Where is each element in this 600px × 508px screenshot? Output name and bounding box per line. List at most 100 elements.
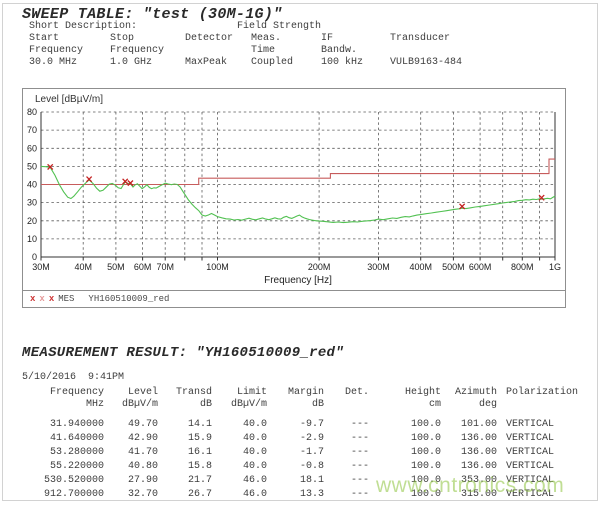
- table-cell: 40.0: [212, 432, 267, 446]
- svg-text:600M: 600M: [469, 262, 492, 272]
- column-unit: dBµV/m: [104, 399, 158, 411]
- column-unit: [324, 399, 369, 411]
- svg-text:30: 30: [27, 198, 37, 208]
- svg-text:20: 20: [27, 216, 37, 226]
- level-chart: 0102030405060708030M40M50M60M70M100M200M…: [22, 88, 566, 308]
- table-cell: 41.640000: [0, 432, 104, 446]
- table-cell: 32.70: [104, 488, 158, 502]
- measurement-datetime: 5/10/2016 9:41PM: [22, 372, 124, 383]
- table-cell: 100.0: [369, 446, 441, 460]
- table-cell: 18.1: [267, 474, 324, 488]
- y-axis-title: Level [dBµV/m]: [35, 94, 103, 105]
- svg-text:50: 50: [27, 161, 37, 171]
- table-cell: 49.70: [104, 418, 158, 432]
- table-cell: 100.0: [369, 488, 441, 502]
- column-header: Det.: [324, 387, 369, 399]
- sweep-col-value: 100 kHz: [321, 57, 390, 69]
- table-cell: 53.280000: [0, 446, 104, 460]
- svg-text:400M: 400M: [409, 262, 432, 272]
- table-cell: 530.520000: [0, 474, 104, 488]
- column-header: Margin: [267, 387, 324, 399]
- sweep-col-header: IF: [321, 33, 390, 45]
- table-cell: 315.00: [441, 488, 497, 502]
- table-cell: 21.7: [158, 474, 212, 488]
- table-cell: -9.7: [267, 418, 324, 432]
- table-cell: 40.80: [104, 460, 158, 474]
- svg-text:800M: 800M: [511, 262, 534, 272]
- legend-marker-icon: x: [39, 294, 44, 304]
- sweep-parameters-table: Start Stop Detector Meas. IF Transducer …: [29, 33, 462, 69]
- chart-legend: x x x MES YH160510009_red: [23, 290, 565, 307]
- table-cell: 912.700000: [0, 488, 104, 502]
- table-cell: 101.00: [441, 418, 497, 432]
- sweep-col-header: Start: [29, 33, 110, 45]
- table-cell: ---: [324, 446, 369, 460]
- column-unit: deg: [441, 399, 497, 411]
- svg-text:80: 80: [27, 107, 37, 117]
- legend-marker-icon: x: [30, 294, 35, 304]
- table-cell: VERTICAL: [497, 474, 600, 488]
- table-cell: VERTICAL: [497, 446, 600, 460]
- table-row: 53.28000041.7016.140.0-1.7---100.0136.00…: [0, 446, 600, 460]
- column-unit: dB: [158, 399, 212, 411]
- table-cell: 40.0: [212, 460, 267, 474]
- short-description-label: Short Description:: [29, 21, 137, 32]
- result-units-row: MHzdBµV/mdBdBµV/mdBcmdeg: [0, 399, 600, 411]
- table-cell: VERTICAL: [497, 418, 600, 432]
- column-unit: MHz: [0, 399, 104, 411]
- column-unit: dBµV/m: [212, 399, 267, 411]
- svg-text:70: 70: [27, 125, 37, 135]
- sweep-col-header2: [185, 45, 251, 57]
- table-cell: 14.1: [158, 418, 212, 432]
- table-cell: 26.7: [158, 488, 212, 502]
- svg-text:50M: 50M: [107, 262, 125, 272]
- table-row: 31.94000049.7014.140.0-9.7---100.0101.00…: [0, 418, 600, 432]
- sweep-col-header2: Frequency: [110, 45, 185, 57]
- table-cell: 15.8: [158, 460, 212, 474]
- sweep-col-header2: Bandw.: [321, 45, 390, 57]
- svg-text:1G: 1G: [549, 262, 561, 272]
- svg-text:300M: 300M: [367, 262, 390, 272]
- table-cell: -0.8: [267, 460, 324, 474]
- result-table: FrequencyLevelTransdLimitMarginDet.Heigh…: [0, 387, 600, 502]
- chart-svg: 0102030405060708030M40M50M60M70M100M200M…: [23, 89, 565, 289]
- measurement-result-title: MEASUREMENT RESULT: "YH160510009_red": [22, 345, 344, 361]
- table-cell: 40.0: [212, 418, 267, 432]
- table-row: 55.22000040.8015.840.0-0.8---100.0136.00…: [0, 460, 600, 474]
- svg-text:200M: 200M: [308, 262, 331, 272]
- column-unit: [497, 399, 600, 411]
- legend-series-type: MES: [58, 294, 74, 304]
- sweep-col-header2: [390, 45, 462, 57]
- table-cell: VERTICAL: [497, 488, 600, 502]
- table-cell: ---: [324, 418, 369, 432]
- table-cell: 136.00: [441, 460, 497, 474]
- result-header-row: FrequencyLevelTransdLimitMarginDet.Heigh…: [0, 387, 600, 399]
- svg-text:Frequency [Hz]: Frequency [Hz]: [264, 275, 332, 286]
- table-cell: 46.0: [212, 488, 267, 502]
- sweep-col-value: 30.0 MHz: [29, 57, 110, 69]
- table-cell: 100.0: [369, 460, 441, 474]
- table-row: 530.52000027.9021.746.018.1---100.0353.0…: [0, 474, 600, 488]
- column-header: Polarization: [497, 387, 600, 399]
- table-cell: 40.0: [212, 446, 267, 460]
- svg-text:10: 10: [27, 234, 37, 244]
- svg-text:40: 40: [27, 180, 37, 190]
- table-cell: 100.0: [369, 418, 441, 432]
- table-cell: 100.0: [369, 474, 441, 488]
- sweep-col-header2: Time: [251, 45, 321, 57]
- table-cell: ---: [324, 432, 369, 446]
- short-description-value: Field Strength: [237, 21, 321, 32]
- svg-text:60: 60: [27, 143, 37, 153]
- svg-text:30M: 30M: [32, 262, 50, 272]
- sweep-col-value: MaxPeak: [185, 57, 251, 69]
- sweep-col-value: VULB9163-484: [390, 57, 462, 69]
- sweep-col-header: Stop: [110, 33, 185, 45]
- table-cell: 15.9: [158, 432, 212, 446]
- svg-text:70M: 70M: [156, 262, 174, 272]
- table-cell: 41.70: [104, 446, 158, 460]
- table-cell: VERTICAL: [497, 460, 600, 474]
- table-row: 912.70000032.7026.746.013.3---100.0315.0…: [0, 488, 600, 502]
- svg-text:60M: 60M: [134, 262, 152, 272]
- legend-trace-name: YH160510009_red: [88, 294, 169, 304]
- legend-marker-icon: x: [49, 294, 54, 304]
